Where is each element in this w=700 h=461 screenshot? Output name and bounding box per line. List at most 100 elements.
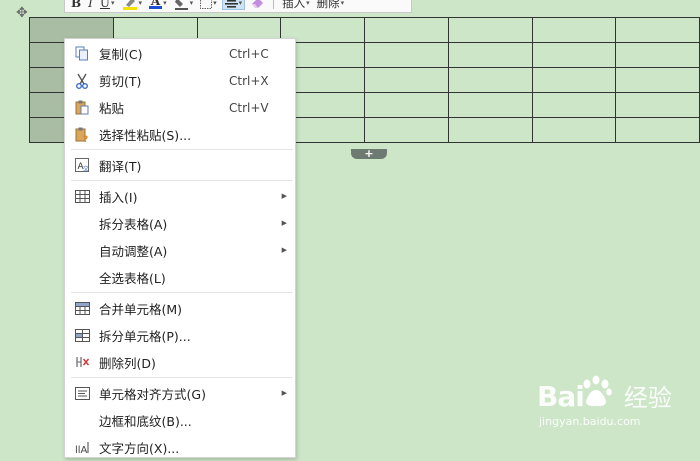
insert-table-icon — [74, 190, 90, 203]
table-float-toolbar: B I U ▾ ▾ A ▾ ▾ ▾ ▾ 插入 ▾ 删除 ▾ — [64, 0, 412, 13]
submenu-arrow-icon: ▶ — [281, 219, 287, 227]
eraser-icon — [252, 0, 264, 8]
table-cell[interactable] — [615, 17, 700, 43]
menu-item-label: 复制(C) — [99, 47, 143, 62]
menu-item-translate[interactable]: A文 翻译(T) — [65, 152, 295, 179]
menu-item-text-direction[interactable]: llA 文字方向(X)... — [65, 434, 295, 461]
menu-item-label: 粘贴 — [99, 101, 125, 116]
table-cell[interactable] — [364, 67, 449, 93]
submenu-arrow-icon: ▶ — [281, 389, 287, 397]
menu-separator — [71, 149, 293, 150]
menu-item-split-cells[interactable]: 拆分单元格(P)... — [65, 322, 295, 349]
borders-button[interactable]: ▾ — [198, 0, 219, 11]
context-menu: 复制(C) Ctrl+C 剪切(T) Ctrl+X 粘贴 Ctrl+V ? 选择… — [64, 38, 296, 458]
menu-separator — [71, 180, 293, 181]
table-cell[interactable] — [615, 42, 700, 68]
eraser-button[interactable] — [248, 0, 267, 11]
delete-dropdown[interactable]: 删除 ▾ — [315, 0, 347, 11]
highlighter-icon — [122, 0, 137, 10]
font-color-button[interactable]: A ▾ — [147, 0, 169, 11]
italic-icon: I — [88, 0, 93, 10]
menu-item-label: 拆分表格(A) — [99, 217, 168, 232]
menu-item-cut[interactable]: 剪切(T) Ctrl+X — [65, 67, 295, 94]
menu-item-label: 文字方向(X)... — [99, 441, 180, 456]
add-row-button[interactable]: + — [351, 148, 387, 159]
translate-icon: A文 — [74, 158, 89, 173]
shading-icon — [174, 0, 188, 10]
menu-item-paste[interactable]: 粘贴 Ctrl+V — [65, 94, 295, 121]
menu-item-autofit[interactable]: 自动调整(A) ▶ — [65, 237, 295, 264]
watermark: Bai 经验 jingyan.baidu.com — [537, 378, 672, 428]
menu-item-shortcut: Ctrl+X — [229, 73, 269, 88]
table-cell[interactable] — [615, 67, 700, 93]
menu-separator — [71, 377, 293, 378]
menu-item-shortcut: Ctrl+V — [229, 100, 269, 115]
table-move-handle-icon[interactable]: ✥ — [16, 5, 28, 21]
menu-separator — [71, 292, 293, 293]
highlight-button[interactable]: ▾ — [120, 0, 145, 11]
table-cell[interactable] — [364, 92, 449, 118]
menu-item-paste-special[interactable]: ? 选择性粘贴(S)... — [65, 121, 295, 148]
menu-item-merge-cells[interactable]: 合并单元格(M) — [65, 295, 295, 322]
menu-item-label: 合并单元格(M) — [99, 302, 183, 317]
shading-button[interactable]: ▾ — [172, 0, 196, 11]
menu-item-select-table[interactable]: 全选表格(L) — [65, 264, 295, 291]
table-cell[interactable] — [447, 17, 533, 43]
svg-text:llA: llA — [75, 445, 88, 455]
submenu-arrow-icon: ▶ — [281, 246, 287, 254]
menu-item-label: 自动调整(A) — [99, 244, 168, 259]
table-cell[interactable] — [531, 117, 617, 143]
table-cell[interactable] — [447, 117, 533, 143]
copy-icon — [75, 46, 88, 61]
menu-item-cell-alignment[interactable]: 单元格对齐方式(G) ▶ — [65, 380, 295, 407]
insert-dropdown[interactable]: 插入 ▾ — [280, 0, 312, 11]
menu-item-label: 全选表格(L) — [99, 271, 166, 286]
svg-text:?: ? — [83, 135, 88, 143]
table-cell[interactable] — [531, 17, 617, 43]
delete-label: 删除 — [316, 0, 340, 10]
menu-item-label: 选择性粘贴(S)... — [99, 128, 192, 143]
menu-item-label: 删除列(D) — [99, 356, 156, 371]
table-cell[interactable] — [364, 117, 449, 143]
bold-button[interactable]: B — [69, 0, 83, 11]
underline-button[interactable]: U ▾ — [98, 0, 117, 11]
menu-item-label: 剪切(T) — [99, 74, 142, 89]
watermark-brand: Bai — [537, 380, 585, 413]
table-cell[interactable] — [615, 92, 700, 118]
menu-item-label: 单元格对齐方式(G) — [99, 387, 206, 402]
menu-item-insert[interactable]: 插入(I) ▶ — [65, 183, 295, 210]
table-cell[interactable] — [364, 42, 449, 68]
merge-cells-icon — [74, 302, 90, 315]
align-button[interactable]: ▾ — [221, 0, 246, 10]
menu-item-delete-column[interactable]: 删除列(D) — [65, 349, 295, 376]
menu-item-copy[interactable]: 复制(C) Ctrl+C — [65, 40, 295, 67]
table-cell[interactable] — [447, 42, 533, 68]
table-cell[interactable] — [447, 67, 533, 93]
table-cell[interactable] — [364, 17, 449, 43]
align-center-icon — [224, 0, 238, 8]
italic-button[interactable]: I — [86, 0, 95, 11]
menu-item-split-table[interactable]: 拆分表格(A) ▶ — [65, 210, 295, 237]
split-cells-icon — [74, 329, 90, 342]
table-cell[interactable] — [531, 92, 617, 118]
cell-align-icon — [74, 387, 90, 400]
scissors-icon — [76, 73, 88, 89]
menu-item-label: 拆分单元格(P)... — [99, 329, 191, 344]
table-cell[interactable] — [531, 42, 617, 68]
delete-column-icon — [75, 357, 89, 367]
borders-icon — [200, 0, 213, 9]
submenu-arrow-icon: ▶ — [281, 192, 287, 200]
table-cell[interactable] — [531, 67, 617, 93]
menu-item-label: 边框和底纹(B)... — [99, 414, 192, 429]
paste-special-icon: ? — [75, 127, 88, 143]
table-cell[interactable] — [447, 92, 533, 118]
watermark-brand-suffix: 经验 — [623, 384, 672, 412]
menu-item-borders-shading[interactable]: 边框和底纹(B)... — [65, 407, 295, 434]
menu-item-shortcut: Ctrl+C — [229, 46, 269, 61]
text-direction-icon: llA — [75, 442, 88, 455]
table-cell[interactable] — [615, 117, 700, 143]
underline-icon: U — [99, 0, 111, 10]
bold-icon: B — [71, 0, 82, 10]
svg-text:文: 文 — [83, 165, 89, 173]
menu-item-label: 翻译(T) — [99, 159, 142, 174]
